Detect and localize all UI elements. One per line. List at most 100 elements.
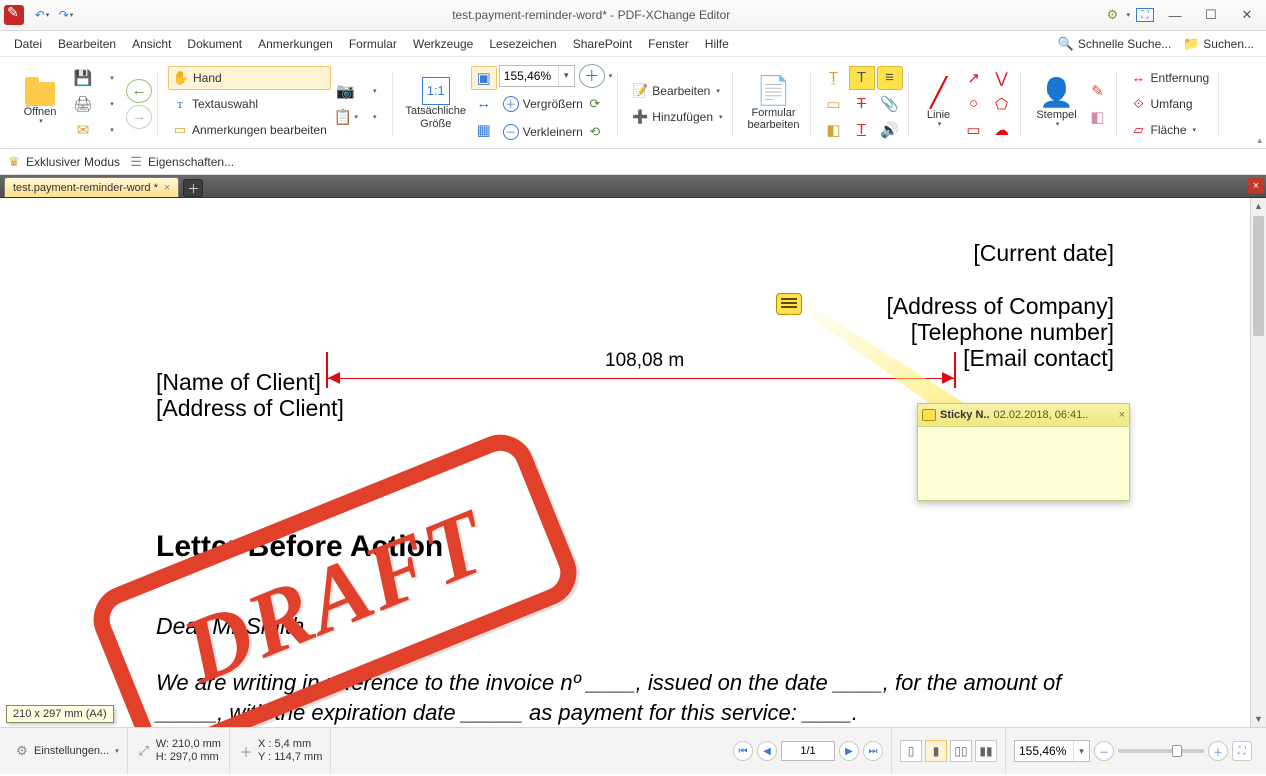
typewriter-tool[interactable]: Ṯ xyxy=(821,66,847,90)
page-number-input[interactable] xyxy=(781,741,835,761)
zoom-out-button[interactable]: －Verkleinern⟲ xyxy=(499,120,613,144)
open-button[interactable]: Öffnen▾ xyxy=(12,65,68,143)
redo-button[interactable]: ↷▾ xyxy=(55,4,77,26)
sticky-popup-header[interactable]: Sticky N.. 02.02.2018, 06:41.. × xyxy=(918,404,1129,426)
textbox-tool[interactable]: ▭ xyxy=(821,92,847,116)
content-add-button[interactable]: ➕Hinzufügen▾ xyxy=(628,105,726,129)
next-page[interactable]: ▶ xyxy=(839,741,859,761)
status-zoom-in[interactable]: ＋ xyxy=(1208,741,1228,761)
strikeout-tool[interactable]: T xyxy=(849,92,875,116)
menu-werkzeuge[interactable]: Werkzeuge xyxy=(405,34,481,54)
menu-lesezeichen[interactable]: Lesezeichen xyxy=(481,34,564,54)
hand-tool[interactable]: ✋Hand xyxy=(168,66,331,90)
line-tool[interactable]: ╱ Linie▾ xyxy=(919,65,959,143)
menu-datei[interactable]: Datei xyxy=(6,34,50,54)
polygon-tool[interactable]: ⬠ xyxy=(989,92,1015,116)
rotate-cw-icon[interactable]: ⟳ xyxy=(587,96,603,112)
menu-fenster[interactable]: Fenster xyxy=(640,34,697,54)
email-dropdown[interactable]: ▾ xyxy=(98,118,124,142)
exclusive-mode-toggle[interactable]: ♛Exklusiver Modus xyxy=(6,154,120,170)
tools-dropdown-2[interactable]: ▾ xyxy=(361,105,387,129)
ui-options-icon[interactable]: ⚙ xyxy=(1104,7,1120,23)
undo-button[interactable]: ↶▾ xyxy=(31,4,53,26)
zoom-dropdown[interactable]: ▾ xyxy=(558,66,574,86)
layout-continuous[interactable]: ▮ xyxy=(925,740,947,762)
minimize-button[interactable]: — xyxy=(1160,5,1190,25)
menu-anmerkungen[interactable]: Anmerkungen xyxy=(250,34,341,54)
zoom-combo[interactable]: ▾ xyxy=(499,65,575,87)
save-dropdown[interactable]: ▾ xyxy=(98,66,124,90)
scroll-thumb[interactable] xyxy=(1253,216,1264,336)
maximize-button[interactable]: ☐ xyxy=(1196,5,1226,25)
menu-dokument[interactable]: Dokument xyxy=(179,34,250,54)
sticky-close[interactable]: × xyxy=(1119,409,1125,421)
sticky-note-tool[interactable]: ≡ xyxy=(877,66,903,90)
rotate-ccw-icon[interactable]: ⟲ xyxy=(587,124,603,140)
nav-fwd-button[interactable]: → xyxy=(126,105,152,129)
print-dropdown[interactable]: ▾ xyxy=(98,92,124,116)
prev-page[interactable]: ◀ xyxy=(757,741,777,761)
actual-size-button[interactable]: 1:1 Tatsächliche Größe xyxy=(403,65,469,143)
nav-back-button[interactable]: ← xyxy=(126,79,152,103)
zoom-in-round[interactable]: ＋ xyxy=(579,64,605,88)
settings-button[interactable]: ⚙Einstellungen...▾ xyxy=(6,728,128,774)
clipboard-tool[interactable]: 📋▾ xyxy=(333,105,359,129)
document-tab[interactable]: test.payment-reminder-word * × xyxy=(4,177,179,197)
stamp-tool[interactable]: 👤 Stempel▾ xyxy=(1031,65,1083,143)
callout-tool[interactable]: ◧ xyxy=(821,118,847,142)
menu-ansicht[interactable]: Ansicht xyxy=(124,34,179,54)
scroll-down[interactable]: ▼ xyxy=(1251,711,1266,727)
sound-tool[interactable]: 🔊 xyxy=(877,118,903,142)
zoom-input[interactable] xyxy=(500,69,558,83)
page-viewport[interactable]: [Current date] [Address of Company] [Tel… xyxy=(0,198,1250,727)
tab-close-all[interactable]: × xyxy=(1248,178,1264,194)
tab-new[interactable]: ＋ xyxy=(183,179,203,197)
status-zoom-fit[interactable]: ⛶ xyxy=(1232,741,1252,761)
status-zoom-combo[interactable]: ▾ xyxy=(1014,740,1090,762)
search-button[interactable]: 📁Suchen... xyxy=(1177,34,1260,54)
zoom-slider[interactable] xyxy=(1118,749,1204,753)
area-tool[interactable]: ▱Fläche▾ xyxy=(1127,118,1214,142)
oval-tool[interactable]: ○ xyxy=(961,92,987,116)
perimeter-tool[interactable]: ⟐Umfang xyxy=(1127,92,1214,116)
email-button[interactable]: ✉ xyxy=(70,118,96,142)
fit-screen-icon[interactable]: ⛶ xyxy=(1136,8,1154,22)
distance-annotation[interactable] xyxy=(328,378,954,379)
underline-tool[interactable]: T xyxy=(849,118,875,142)
eraser-tool[interactable]: ◧ xyxy=(1085,105,1111,129)
measure-tick-right[interactable] xyxy=(954,352,956,388)
layout-two-up[interactable]: ▯▯ xyxy=(950,740,972,762)
menu-hilfe[interactable]: Hilfe xyxy=(697,34,737,54)
cloud-tool[interactable]: ☁ xyxy=(989,118,1015,142)
menu-sharepoint[interactable]: SharePoint xyxy=(565,34,640,54)
edit-annotations-tool[interactable]: ▭Anmerkungen bearbeiten xyxy=(168,118,331,142)
quick-search[interactable]: 🔍Schnelle Suche... xyxy=(1052,34,1177,54)
ribbon-collapse[interactable]: ▴ xyxy=(1257,135,1262,146)
save-button[interactable]: 💾 xyxy=(70,66,96,90)
menu-bearbeiten[interactable]: Bearbeiten xyxy=(50,34,124,54)
arrow-tool[interactable]: ↗ xyxy=(961,66,987,90)
tools-dropdown-1[interactable]: ▾ xyxy=(361,79,387,103)
layout-two-cont[interactable]: ▮▮ xyxy=(975,740,997,762)
last-page[interactable]: ⏭ xyxy=(863,741,883,761)
close-button[interactable]: ✕ xyxy=(1232,5,1262,25)
attach-tool[interactable]: 📎 xyxy=(877,92,903,116)
distance-tool[interactable]: ↔Entfernung xyxy=(1127,66,1214,90)
print-button[interactable]: 🖨 xyxy=(70,92,96,116)
vertical-scrollbar[interactable]: ▲ ▼ xyxy=(1250,198,1266,727)
highlight-tool[interactable]: T xyxy=(849,66,875,90)
content-edit-button[interactable]: 📝Bearbeiten▾ xyxy=(628,79,726,103)
tab-close[interactable]: × xyxy=(164,182,170,194)
sticky-note-popup[interactable]: Sticky N.. 02.02.2018, 06:41.. × xyxy=(917,403,1130,501)
rect-tool[interactable]: ▭ xyxy=(961,118,987,142)
layout-single[interactable]: ▯ xyxy=(900,740,922,762)
zoom-in-button[interactable]: ＋Vergrößern⟳ xyxy=(499,92,613,116)
fit-width-button[interactable]: ↔ xyxy=(471,92,497,116)
status-zoom-out[interactable]: － xyxy=(1094,741,1114,761)
sticky-popup-body[interactable] xyxy=(918,426,1129,500)
fit-visible-button[interactable]: ▦ xyxy=(471,118,497,142)
status-zoom-input[interactable] xyxy=(1015,744,1073,758)
snapshot-tool[interactable]: 📷 xyxy=(333,79,359,103)
properties-button[interactable]: ☰Eigenschaften... xyxy=(128,154,234,170)
scroll-up[interactable]: ▲ xyxy=(1251,198,1266,214)
